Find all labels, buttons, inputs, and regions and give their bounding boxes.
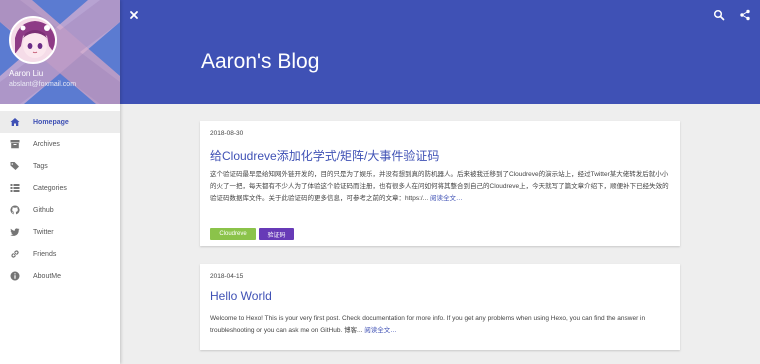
profile-email: abslant@foxmail.com	[9, 81, 77, 88]
sidebar-item-homepage[interactable]: Homepage	[0, 111, 120, 133]
sidebar-item-label: AboutMe	[33, 272, 62, 280]
list-icon	[10, 183, 20, 193]
sidebar-item-label: Tags	[33, 162, 48, 170]
sidebar-item-aboutme[interactable]: AboutMe	[0, 265, 120, 287]
link-icon	[10, 249, 20, 259]
post-date: 2018-04-15	[210, 273, 244, 280]
sidebar-item-archives[interactable]: Archives	[0, 133, 120, 155]
tags-icon	[10, 161, 20, 171]
sidebar-item-friends[interactable]: Friends	[0, 243, 120, 265]
post-tags: Cloudreve 验证码	[210, 228, 294, 240]
sidebar-item-label: Github	[33, 206, 54, 214]
sidebar-item-github[interactable]: Github	[0, 199, 120, 221]
sidebar-item-label: Friends	[33, 250, 57, 258]
share-icon[interactable]	[739, 8, 751, 21]
profile-name: Aaron Liu	[9, 69, 44, 78]
close-icon[interactable]	[128, 8, 140, 20]
sidebar-item-categories[interactable]: Categories	[0, 177, 120, 199]
sidebar-menu: Homepage Archives Tags Categories Github	[0, 104, 120, 287]
blog-title: Aaron's Blog	[201, 50, 320, 73]
profile-header: Aaron Liu abslant@foxmail.com	[0, 0, 120, 104]
search-icon[interactable]	[713, 8, 725, 21]
avatar[interactable]	[9, 16, 57, 64]
home-icon	[10, 117, 20, 127]
post-date: 2018-08-30	[210, 130, 244, 137]
sidebar-item-tags[interactable]: Tags	[0, 155, 120, 177]
post-excerpt: 这个验证码最早是给知网外链开发的，目的只是为了娱乐，并没有想到真的防机器人。后来…	[210, 169, 671, 205]
sidebar-item-label: Categories	[33, 184, 67, 192]
twitter-icon	[10, 227, 20, 237]
sidebar-item-label: Archives	[33, 140, 60, 148]
sidebar-item-twitter[interactable]: Twitter	[0, 221, 120, 243]
post-title[interactable]: Hello World	[210, 289, 272, 303]
post-excerpt: Welcome to Hexo! This is your very first…	[210, 313, 671, 337]
info-icon	[10, 271, 20, 281]
post-excerpt-text: Welcome to Hexo! This is your very first…	[210, 315, 646, 334]
read-more-link[interactable]: 阅读全文…	[430, 195, 463, 202]
github-icon	[10, 205, 20, 215]
sidebar: Aaron Liu abslant@foxmail.com Homepage A…	[0, 0, 120, 364]
sidebar-item-label: Homepage	[33, 118, 69, 126]
tag-captcha[interactable]: 验证码	[259, 228, 294, 240]
sidebar-item-label: Twitter	[33, 228, 54, 236]
read-more-link[interactable]: 阅读全文…	[364, 327, 397, 334]
app-header: Aaron's Blog	[120, 0, 760, 104]
post-card: 2018-04-15 Hello World Welcome to Hexo! …	[200, 264, 680, 350]
archive-icon	[10, 139, 20, 149]
post-card: 2018-08-30 给Cloudreve添加化学式/矩阵/大事件验证码 这个验…	[200, 121, 680, 246]
tag-cloudreve[interactable]: Cloudreve	[210, 228, 256, 240]
post-title[interactable]: 给Cloudreve添加化学式/矩阵/大事件验证码	[210, 147, 439, 164]
